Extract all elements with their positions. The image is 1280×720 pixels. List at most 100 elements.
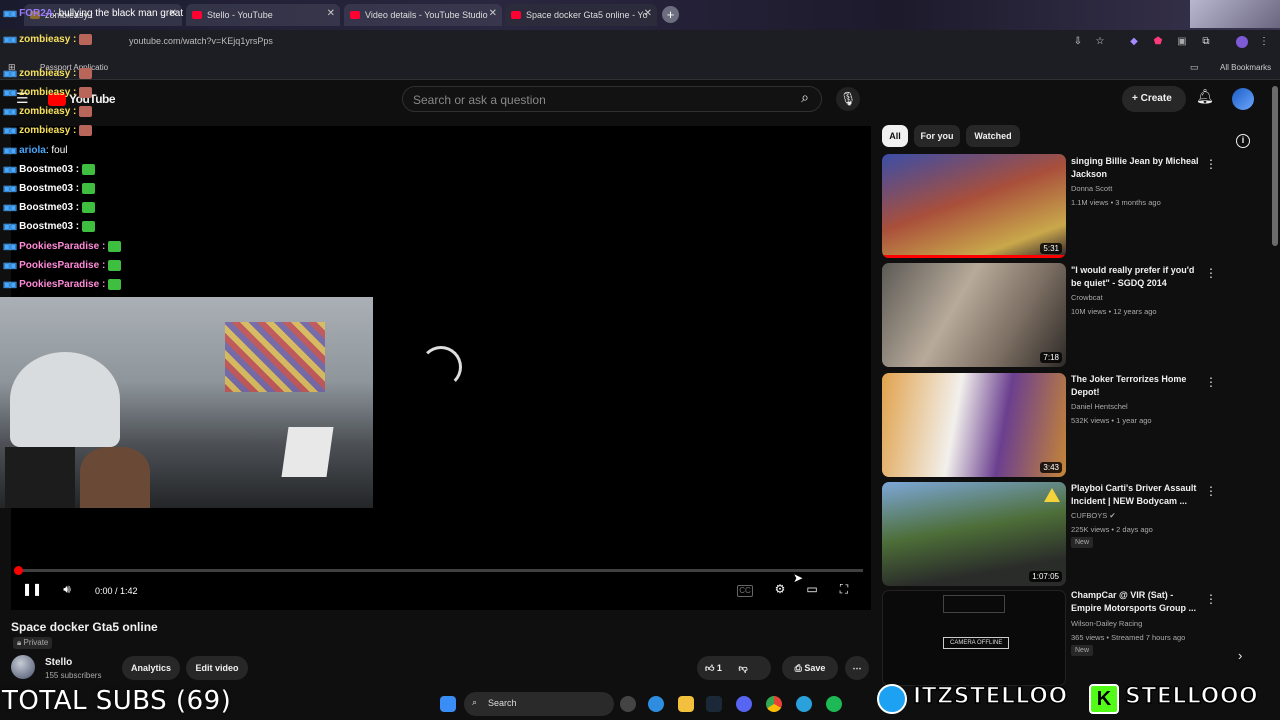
notifications-bell-icon[interactable]: 🔔︎ — [1196, 88, 1214, 105]
file-explorer-icon[interactable] — [678, 696, 694, 712]
chat-text: : foul — [45, 144, 68, 156]
theater-mode-icon[interactable]: ▭ — [801, 582, 823, 600]
menu-kebab-icon[interactable]: ⋮ — [1258, 36, 1270, 48]
close-icon[interactable]: ✕ — [327, 8, 335, 19]
streamer-figure — [80, 447, 150, 508]
windows-start-icon[interactable] — [440, 696, 456, 712]
recommendation-thumbnail[interactable]: 3:43 — [882, 373, 1066, 477]
chat-message: ▣▣ zombieasy : — [3, 102, 93, 120]
like-icon[interactable]: 👍︎ — [705, 663, 714, 673]
recommendation-channel[interactable]: Wilson-Dailey Racing — [1071, 619, 1142, 628]
chat-message: ▣▣ zombieasy : — [3, 30, 93, 48]
total-subs-overlay: TOTAL SUBS (69) — [2, 686, 232, 716]
recommendation-meta: 225K views • 2 days ago — [1071, 525, 1153, 534]
verified-icon: ✔︎ — [1107, 511, 1116, 520]
chip-watched[interactable]: Watched — [966, 125, 1020, 147]
recommendation-channel[interactable]: Donna Scott — [1071, 184, 1112, 193]
edge-icon[interactable] — [648, 696, 664, 712]
profile-avatar-icon[interactable] — [1236, 36, 1248, 48]
chrome-icon[interactable] — [766, 696, 782, 712]
extension-icon[interactable]: ◆ — [1128, 36, 1140, 48]
chip-for-you[interactable]: For you — [914, 125, 960, 147]
telegram-icon[interactable] — [796, 696, 812, 712]
captions-icon[interactable]: CC — [737, 585, 753, 597]
more-options-icon[interactable]: ⋮ — [1205, 592, 1217, 606]
search-icon[interactable]: ⌕ — [792, 89, 818, 109]
tab-label: Stello - YouTube — [207, 10, 273, 20]
more-options-icon[interactable]: ⋮ — [1205, 266, 1217, 280]
steam-icon[interactable] — [706, 696, 722, 712]
chat-badges-icon: ▣▣ — [3, 125, 17, 135]
spotify-icon[interactable] — [826, 696, 842, 712]
volume-icon[interactable]: 🔊︎ — [56, 582, 78, 600]
channel-avatar[interactable] — [11, 655, 35, 679]
chat-username: PookiesParadise : — [19, 259, 106, 271]
shield-extension-icon[interactable]: ⬟ — [1152, 36, 1164, 48]
extension-badge-icon[interactable]: ▣ — [1176, 36, 1188, 48]
settings-gear-icon[interactable]: ⚙︎ — [769, 582, 791, 600]
taskbar-search[interactable]: ⌕ Search — [464, 692, 614, 716]
chat-badges-icon: ▣▣ — [3, 241, 17, 251]
info-icon[interactable]: i — [1236, 134, 1250, 148]
scrubber-handle[interactable] — [14, 566, 23, 575]
scrollbar[interactable] — [1272, 86, 1278, 246]
more-options-icon[interactable]: ⋮ — [1205, 157, 1217, 171]
pause-icon[interactable]: ❚❚ — [21, 582, 43, 600]
extensions-puzzle-icon[interactable]: ⧉ — [1200, 36, 1212, 48]
wall-banner-graphic — [10, 352, 120, 447]
wall-posters-graphic — [225, 322, 325, 392]
all-bookmarks-link[interactable]: All Bookmarks — [1220, 63, 1271, 72]
copilot-icon[interactable] — [620, 696, 636, 712]
dislike-icon[interactable]: 👎︎ — [738, 663, 747, 673]
kick-logo-icon: K — [1089, 684, 1119, 714]
recommendation-channel[interactable]: Crowbcat — [1071, 293, 1103, 302]
channel-name[interactable]: Stello — [45, 657, 72, 668]
subscriber-count: 155 subscribers — [45, 671, 102, 680]
recommendation-title[interactable]: Playboi Carti's Driver Assault Incident … — [1071, 482, 1201, 508]
recommendation-title[interactable]: ChampCar @ VIR (Sat) - Empire Motorsport… — [1071, 589, 1201, 615]
bookmark-star-icon[interactable]: ☆ — [1094, 36, 1106, 48]
chat-emote-icon — [79, 86, 93, 98]
tab-stello-youtube[interactable]: Stello - YouTube ✕ — [186, 4, 340, 26]
recommendation-title[interactable]: The Joker Terrorizes Home Depot! — [1071, 373, 1201, 399]
close-icon[interactable]: ✕ — [489, 8, 497, 19]
chevron-right-icon[interactable]: › — [1238, 648, 1242, 663]
tab-video-details[interactable]: Video details - YouTube Studio ✕ — [344, 4, 502, 26]
tab-space-docker[interactable]: Space docker Gta5 online - Yo ✕ — [505, 4, 657, 26]
analytics-button[interactable]: Analytics — [122, 656, 180, 680]
recommendation-thumbnail[interactable]: 1:07:05 — [882, 482, 1066, 586]
fullscreen-icon[interactable]: ⛶ — [833, 582, 855, 600]
more-options-icon[interactable]: ⋮ — [1205, 484, 1217, 498]
recommendation-title[interactable]: "I would really prefer if you'd be quiet… — [1071, 264, 1201, 290]
time-display: 0:00 / 1:42 — [95, 586, 138, 596]
more-actions-button[interactable]: ⋯ — [845, 656, 869, 680]
social-banner: ITZSTELLOO K STELLOOO — [875, 680, 1275, 720]
new-tab-button[interactable]: + — [662, 6, 679, 23]
more-options-icon[interactable]: ⋮ — [1205, 375, 1217, 389]
camera-offline-label: CAMERA OFFLINE — [943, 637, 1010, 649]
install-app-icon[interactable]: ⇩ — [1072, 36, 1084, 48]
recommendation-thumbnail[interactable]: CAMERA OFFLINE — [882, 590, 1066, 686]
create-button[interactable]: + Create — [1122, 86, 1186, 112]
recommendation-channel[interactable]: CUFBOYS ✔︎ — [1071, 511, 1116, 520]
recommendation-channel[interactable]: Daniel Hentschel — [1071, 402, 1128, 411]
close-icon[interactable]: ✕ — [644, 8, 652, 19]
recommendation-title[interactable]: singing Billie Jean by Micheal Jackson — [1071, 155, 1201, 181]
recommendation-thumbnail[interactable]: 5:31 — [882, 154, 1066, 258]
progress-bar[interactable] — [18, 569, 863, 572]
like-count: 1 — [716, 663, 722, 673]
edit-video-button[interactable]: Edit video — [186, 656, 248, 680]
chat-username: Boostme03 : — [19, 182, 80, 194]
account-avatar[interactable] — [1232, 88, 1254, 110]
microphone-icon[interactable]: 🎙︎ — [836, 87, 860, 111]
chip-all[interactable]: All — [882, 125, 908, 147]
recommendation-thumbnail[interactable]: 7:18 — [882, 263, 1066, 367]
duration-badge: 5:31 — [1040, 243, 1062, 254]
save-button[interactable]: ⎙ Save — [782, 656, 838, 680]
search-input[interactable]: Search or ask a question — [402, 86, 822, 112]
discord-icon[interactable] — [736, 696, 752, 712]
save-bookmark-icon: ⎙ — [794, 663, 805, 673]
timing-panel-graphic — [943, 595, 1005, 613]
chat-badges-icon: ▣▣ — [3, 106, 17, 116]
monitor-graphic — [281, 427, 334, 477]
